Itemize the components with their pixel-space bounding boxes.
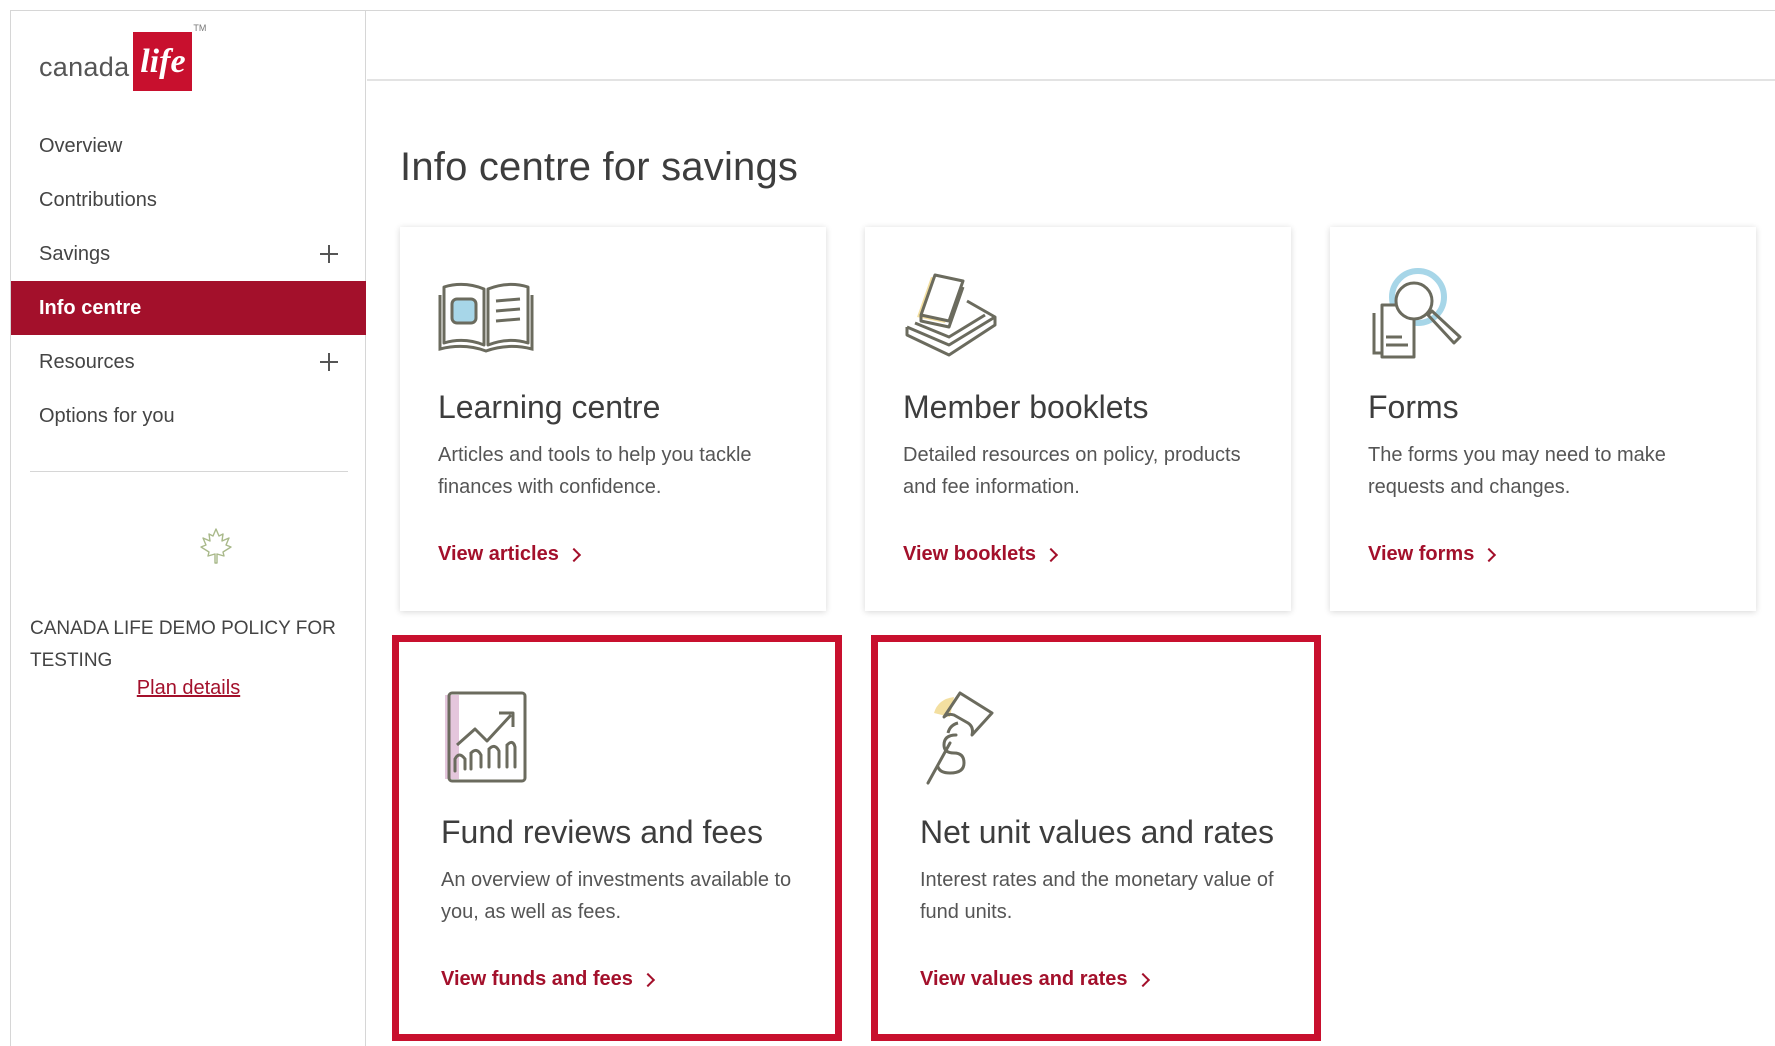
view-booklets-link[interactable]: View booklets — [903, 543, 1059, 566]
sidebar-item-overview[interactable]: Overview — [11, 119, 366, 173]
policy-name: CANADA LIFE DEMO POLICY FOR TESTING — [30, 618, 336, 671]
view-funds-and-fees-link[interactable]: View funds and fees — [441, 968, 655, 991]
card-title: Fund reviews and fees — [441, 814, 763, 850]
logo-wordmark: canada — [39, 52, 130, 82]
link-label: View articles — [438, 543, 559, 565]
sidebar-item-label: Overview — [39, 134, 123, 157]
maple-leaf-icon — [200, 528, 232, 564]
card-description: Interest rates and the monetary value of… — [920, 869, 1274, 923]
card-forms[interactable]: Forms The forms you may need to make req… — [1330, 227, 1756, 611]
link-label: View forms — [1368, 543, 1475, 565]
canada-life-logo[interactable]: canada life TM — [39, 21, 206, 91]
view-articles-link[interactable]: View articles — [438, 543, 581, 566]
sidebar-item-savings[interactable]: Savings — [11, 227, 366, 281]
link-label: View funds and fees — [441, 968, 633, 990]
sidebar-item-label: Contributions — [39, 188, 157, 211]
view-forms-link[interactable]: View forms — [1368, 543, 1497, 566]
sidebar-item-resources[interactable]: Resources — [11, 335, 366, 389]
chevron-right-icon — [1482, 547, 1497, 563]
open-book-icon — [438, 282, 534, 353]
sidebar-item-contributions[interactable]: Contributions — [11, 173, 366, 227]
sidebar: canada life TM Overview Contributions Sa… — [11, 11, 366, 1046]
booklets-stack-icon — [905, 273, 997, 357]
sidebar-item-options-for-you[interactable]: Options for you — [11, 389, 366, 443]
card-title: Member booklets — [903, 389, 1149, 425]
chevron-right-icon — [640, 972, 655, 988]
card-member-booklets[interactable]: Member booklets Detailed resources on po… — [865, 227, 1291, 611]
plan-details-link[interactable]: Plan details — [11, 677, 366, 700]
card-title: Net unit values and rates — [920, 814, 1274, 850]
card-learning-centre[interactable]: Learning centre Articles and tools to he… — [400, 227, 826, 611]
link-label: View booklets — [903, 543, 1037, 565]
card-description: Articles and tools to help you tackle fi… — [438, 444, 752, 498]
card-net-unit-values-and-rates[interactable]: Net unit values and rates Interest rates… — [871, 635, 1321, 1041]
top-header-bar — [367, 11, 1775, 81]
expand-plus-icon[interactable] — [320, 245, 338, 263]
chevron-right-icon — [566, 547, 581, 563]
card-fund-reviews-and-fees[interactable]: Fund reviews and fees An overview of inv… — [392, 635, 842, 1041]
logo-trademark: TM — [193, 23, 207, 33]
sidebar-divider — [30, 471, 348, 472]
sidebar-item-label: Options for you — [39, 404, 175, 427]
chevron-right-icon — [1043, 547, 1059, 563]
logo-mark: life — [133, 32, 193, 91]
card-description: An overview of investments available to … — [441, 869, 792, 923]
page-title: Info centre for savings — [400, 145, 799, 189]
link-label: View values and rates — [920, 968, 1128, 990]
sidebar-item-info-centre[interactable]: Info centre — [11, 281, 366, 335]
sidebar-item-label: Savings — [39, 242, 111, 265]
sidebar-item-label: Info centre — [39, 296, 142, 319]
pushpin-dollar-icon — [926, 691, 994, 785]
sidebar-nav: Overview Contributions Savings Info cent… — [11, 119, 366, 443]
view-values-and-rates-link[interactable]: View values and rates — [920, 968, 1150, 991]
card-description: The forms you may need to make requests … — [1368, 444, 1666, 498]
sidebar-item-label: Resources — [39, 350, 135, 373]
card-description: Detailed resources on policy, products a… — [903, 444, 1241, 498]
card-title: Forms — [1368, 389, 1459, 425]
card-title: Learning centre — [438, 389, 661, 425]
growth-chart-icon — [445, 691, 527, 783]
forms-magnifier-icon — [1372, 268, 1462, 359]
expand-plus-icon[interactable] — [320, 353, 338, 371]
chevron-right-icon — [1135, 972, 1150, 988]
